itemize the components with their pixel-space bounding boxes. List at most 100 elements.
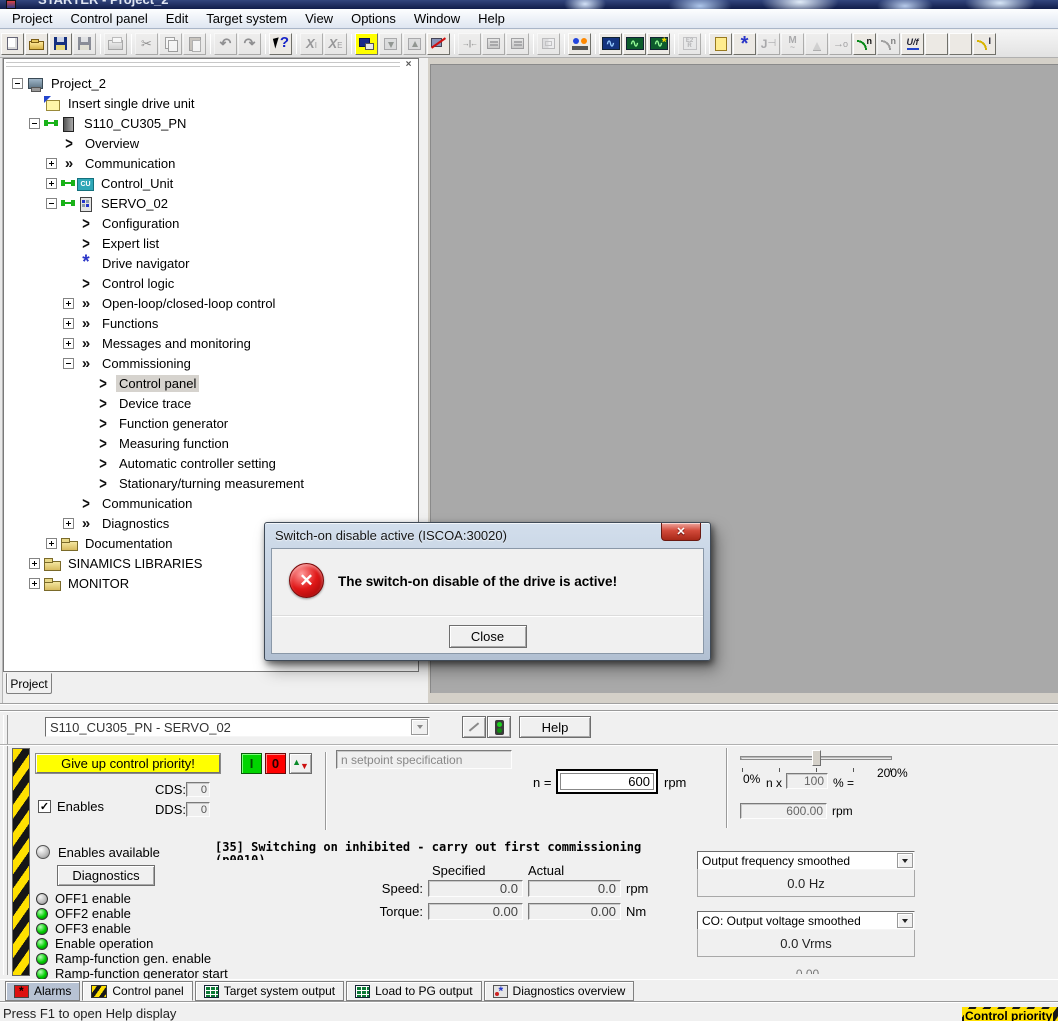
ramp-generator-icon[interactable] (805, 33, 828, 55)
target-system-output[interactable]: Target system output (195, 981, 344, 1001)
tree-item[interactable]: Open-loop/closed-loop control (4, 293, 418, 313)
device-memory-icon[interactable] (482, 33, 505, 55)
connect-target-icon[interactable] (355, 33, 378, 55)
expert-list-icon[interactable] (709, 33, 732, 55)
menu-item[interactable]: Help (469, 10, 514, 28)
bico-interconnection-icon[interactable] (537, 33, 560, 55)
menu-item[interactable]: Project (3, 10, 61, 28)
tree-item[interactable]: Communication (4, 493, 418, 513)
tree-item[interactable]: Stationary/turning measurement (4, 473, 418, 493)
enables-checkbox[interactable]: ✓ (38, 800, 51, 813)
menu-item[interactable]: View (296, 10, 342, 28)
trace-icon[interactable] (599, 33, 622, 55)
tree-expander-icon[interactable] (12, 78, 23, 89)
tree-expander-icon[interactable] (46, 198, 57, 209)
help-button[interactable]: Help (519, 716, 591, 738)
print-icon[interactable] (104, 33, 127, 55)
align-icon[interactable] (458, 33, 481, 55)
dialog-close-button[interactable]: ✕ (661, 523, 701, 541)
current-controller-icon[interactable] (973, 33, 996, 55)
monitor-signal-selector-1[interactable]: Output frequency smoothed (697, 851, 915, 870)
download-target-icon[interactable] (379, 33, 402, 55)
motor-data-icon[interactable] (925, 33, 948, 55)
tree-item[interactable]: Project_2 (4, 73, 418, 93)
panel-grip[interactable] (6, 61, 400, 69)
tree-item[interactable]: Measuring function (4, 433, 418, 453)
cut-icon[interactable] (135, 33, 158, 55)
tree-item[interactable]: Function generator (4, 413, 418, 433)
measuring-function-icon[interactable] (647, 33, 670, 55)
tree-item[interactable]: Insert single drive unit (4, 93, 418, 113)
horizontal-splitter[interactable] (0, 703, 1058, 712)
tree-expander-icon[interactable] (63, 338, 74, 349)
tree-item[interactable]: Messages and monitoring (4, 333, 418, 353)
scaling-slider-thumb[interactable] (812, 750, 821, 766)
tree-expander-icon[interactable] (29, 558, 40, 569)
diagnostics-button[interactable]: Diagnostics (57, 865, 155, 886)
chevron-down-icon[interactable] (411, 719, 428, 735)
alarms[interactable]: Alarms (5, 981, 80, 1001)
menu-item[interactable]: Edit (157, 10, 197, 28)
tree-expander-icon[interactable] (63, 518, 74, 529)
tree-item[interactable]: Drive navigator (4, 253, 418, 273)
open-project-icon[interactable] (25, 33, 48, 55)
setpoint-channel-icon[interactable] (829, 33, 852, 55)
tree-item[interactable]: Control logic (4, 273, 418, 293)
tree-expander-icon[interactable] (63, 318, 74, 329)
monitor-signal-selector-2[interactable]: CO: Output voltage smoothed (697, 911, 915, 930)
tree-item[interactable]: SERVO_02 (4, 193, 418, 213)
motor-thermal-icon[interactable] (949, 33, 972, 55)
tree-expander-icon[interactable] (29, 578, 40, 589)
device-copy-ram-rom-icon[interactable] (506, 33, 529, 55)
control-panel[interactable]: Control panel (82, 981, 192, 1001)
tree-item[interactable]: Configuration (4, 213, 418, 233)
menu-item[interactable]: Target system (197, 10, 296, 28)
disconnect-target-icon[interactable] (427, 33, 450, 55)
upload-target-icon[interactable] (403, 33, 426, 55)
import-xi-icon[interactable] (300, 33, 323, 55)
tree-expander-icon[interactable] (63, 358, 74, 369)
drive-off-button[interactable]: 0 (265, 753, 286, 774)
setpoint-specification-field[interactable]: n setpoint specification (336, 750, 512, 769)
torque-controller-icon[interactable] (877, 33, 900, 55)
tree-expander-icon[interactable] (46, 538, 57, 549)
give-up-control-priority-button[interactable]: Give up control priority! (36, 754, 220, 773)
tree-item[interactable]: Device trace (4, 393, 418, 413)
export-xe-icon[interactable] (324, 33, 347, 55)
tree-item[interactable]: S110_CU305_PN (4, 113, 418, 133)
scaling-percent-field[interactable]: 100 (786, 773, 828, 789)
chevron-down-icon[interactable] (897, 853, 913, 868)
chevron-down-icon[interactable] (897, 913, 913, 928)
speed-controller-icon[interactable] (853, 33, 876, 55)
tree-expander-icon[interactable] (29, 118, 40, 129)
function-generator-icon[interactable] (623, 33, 646, 55)
tree-expander-icon[interactable] (63, 298, 74, 309)
undo-icon[interactable] (214, 33, 237, 55)
jog-button[interactable]: ▲▼ (289, 753, 312, 774)
close-button[interactable]: Close (449, 625, 527, 648)
tree-item[interactable]: Expert list (4, 233, 418, 253)
tree-item[interactable]: Functions (4, 313, 418, 333)
tree-item[interactable]: Control panel (4, 373, 418, 393)
tree-item[interactable]: Control_Unit (4, 173, 418, 193)
save-archive-icon[interactable] (73, 33, 96, 55)
menu-item[interactable]: Options (342, 10, 405, 28)
close-icon[interactable]: × (402, 59, 415, 71)
menu-item[interactable]: Control panel (61, 10, 156, 28)
tree-item[interactable]: Commissioning (4, 353, 418, 373)
tree-item[interactable]: Communication (4, 153, 418, 173)
motor-icon[interactable] (781, 33, 804, 55)
tree-item[interactable]: Automatic controller setting (4, 453, 418, 473)
drive-on-button[interactable]: I (241, 753, 262, 774)
commissioning-icon[interactable] (568, 33, 591, 55)
menu-item[interactable]: Window (405, 10, 469, 28)
new-project-icon[interactable] (1, 33, 24, 55)
diagnostics-overview[interactable]: Diagnostics overview (484, 981, 635, 1001)
n-setpoint-input[interactable]: 600 (560, 773, 654, 790)
tree-expander-icon[interactable] (46, 158, 57, 169)
redo-icon[interactable] (238, 33, 261, 55)
drive-selector[interactable]: S110_CU305_PN - SERVO_02 (45, 717, 430, 737)
save-project-icon[interactable] (49, 33, 72, 55)
restore-factory-settings-icon[interactable] (678, 33, 701, 55)
assume-control-button[interactable] (487, 716, 511, 738)
